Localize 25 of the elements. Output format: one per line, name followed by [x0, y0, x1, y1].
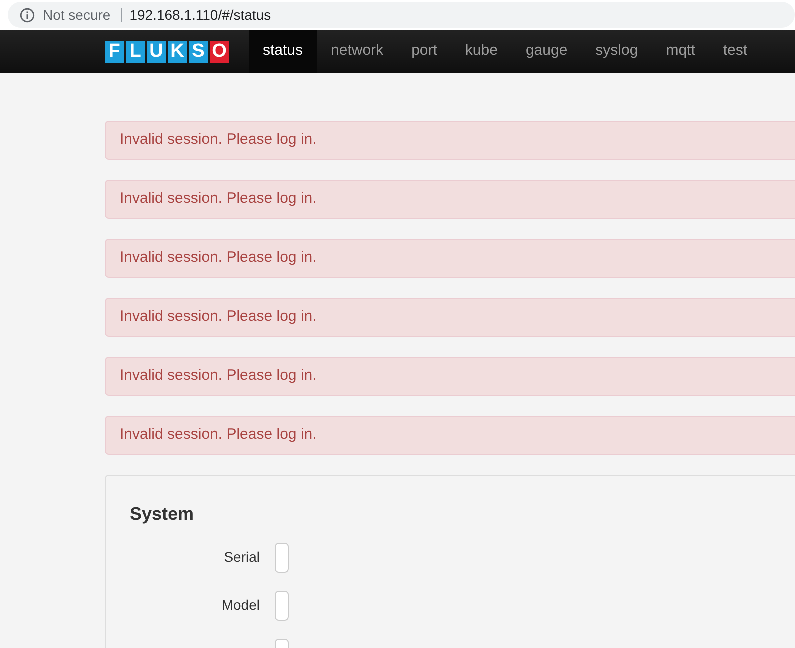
logo-letter: L [126, 40, 145, 62]
logo-letter: U [147, 40, 166, 62]
nav-tab[interactable]: kube [451, 30, 512, 73]
error-alert: Invalid session. Please log in. [105, 357, 795, 396]
field-label: Model [222, 597, 260, 614]
url-text[interactable]: 192.168.1.110/#/status [130, 4, 272, 26]
nav-tab[interactable]: test [709, 30, 762, 73]
error-alert: Invalid session. Please log in. [105, 121, 795, 160]
nav-tab[interactable]: port [398, 30, 452, 73]
section-title: System [130, 504, 196, 526]
logo-letter: K [168, 40, 187, 62]
logo-letter: O [210, 40, 229, 62]
logo-letter: S [189, 40, 208, 62]
error-alert: Invalid session. Please log in. [105, 416, 795, 455]
nav-tab[interactable]: status [249, 30, 318, 73]
nav-tab[interactable]: network [317, 30, 398, 73]
error-alert: Invalid session. Please log in. [105, 180, 795, 219]
logo-letter: F [105, 40, 124, 62]
error-alert: Invalid session. Please log in. [105, 298, 795, 337]
nav-tab[interactable]: mqtt [652, 30, 710, 73]
nav-tab[interactable]: syslog [582, 30, 652, 73]
error-alert: Invalid session. Please log in. [105, 239, 795, 278]
field-label: Serial [224, 549, 260, 566]
nav-tab[interactable]: gauge [512, 30, 582, 73]
security-label: Not secure [43, 8, 122, 22]
